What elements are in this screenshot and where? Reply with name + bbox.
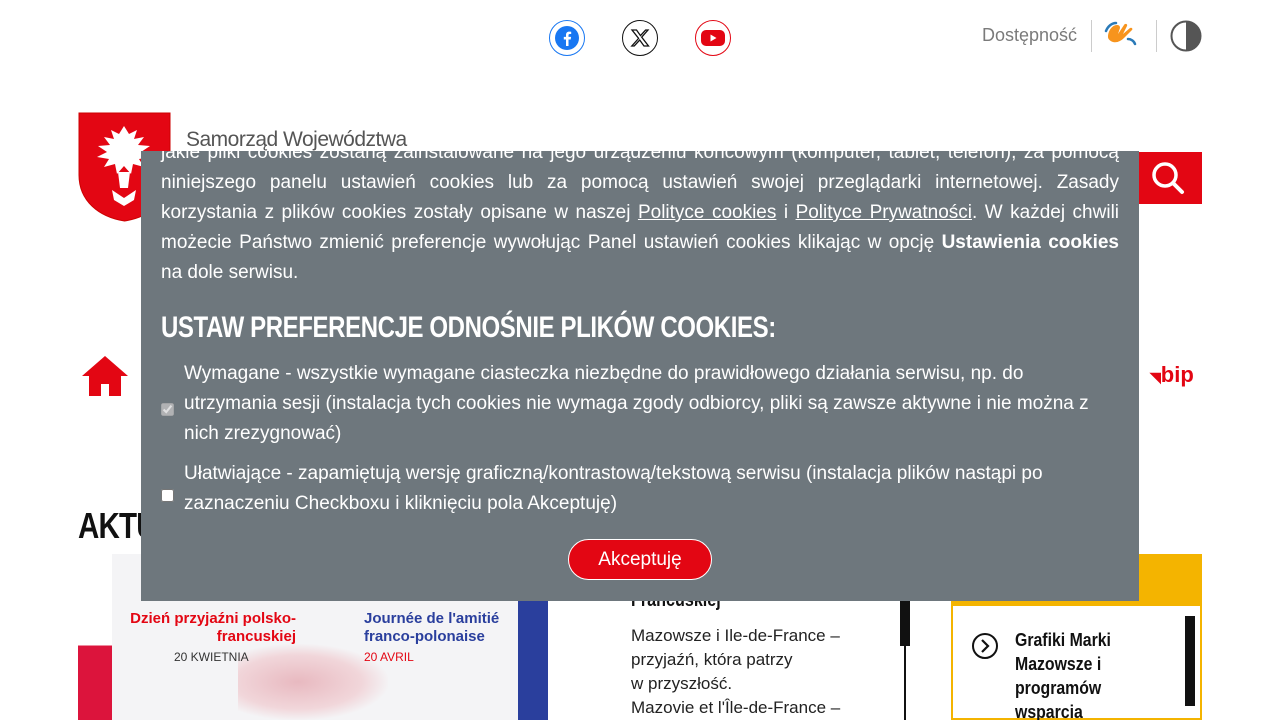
home-icon[interactable] (80, 354, 130, 398)
accept-button[interactable]: Akceptuję (568, 539, 712, 580)
cookie-settings-emphasis: Ustawienia cookies (941, 232, 1119, 253)
cookie-intro-part: i (776, 202, 796, 223)
x-logo (630, 29, 650, 47)
cookie-policy-link[interactable]: Polityce cookies (638, 202, 776, 223)
youtube-icon[interactable] (695, 20, 731, 56)
cookie-consent-panel: jakie pliki cookies zostaną zainstalowan… (141, 151, 1139, 601)
bip-arrow-icon: ◥ (1150, 369, 1161, 385)
youtube-logo (701, 30, 725, 46)
facilitating-cookies-label[interactable]: Ułatwiające - zapamiętują wersję graficz… (184, 459, 1114, 519)
facebook-icon[interactable] (549, 20, 585, 56)
facebook-logo (555, 26, 579, 50)
required-cookies-checkbox (161, 403, 174, 416)
news-image-fr-date: 20 AVRIL (364, 650, 414, 664)
scrollbar-thumb[interactable] (900, 600, 910, 646)
accessibility-label[interactable]: Dostępność (982, 25, 1077, 46)
contrast-icon[interactable] (1170, 20, 1202, 52)
polish-flag-decoration (78, 554, 112, 720)
scrollbar-track[interactable] (904, 646, 906, 720)
search-button[interactable] (1134, 152, 1202, 204)
privacy-policy-link[interactable]: Polityce Prywatności (796, 202, 972, 223)
cookie-intro-part: na dole serwisu. (161, 262, 299, 283)
news-image-pl-title: Dzień przyjaźni polsko-francuskiej (130, 610, 296, 645)
brand-text: Samorząd Województwa (186, 128, 407, 151)
facilitating-cookies-checkbox[interactable] (161, 489, 174, 502)
sign-language-icon[interactable] (1102, 19, 1144, 53)
x-twitter-icon[interactable] (622, 20, 658, 56)
news-image-pl-date: 20 KWIETNIA (174, 650, 249, 664)
required-cookies-label: Wymagane - wszystkie wymagane ciasteczka… (184, 363, 1089, 444)
divider (1091, 20, 1092, 52)
search-icon (1152, 162, 1184, 194)
sidebar-scrollbar-thumb[interactable] (1185, 616, 1195, 706)
article-text: Mazowsze i Ile-de-France – przyjaźń, któ… (631, 626, 841, 717)
chevron-right-circle-icon[interactable] (971, 632, 999, 660)
cookie-intro-text: jakie pliki cookies zostaną zainstalowan… (161, 151, 1119, 288)
bip-link[interactable]: ◥bip (1150, 362, 1194, 388)
sidebar-link[interactable]: Grafiki Marki Mazowsze i programów wspar… (1015, 628, 1112, 720)
cookie-option-required: Wymagane - wszystkie wymagane ciasteczka… (161, 359, 1121, 449)
cookie-preferences-heading: USTAW PREFERENCJE ODNOŚNIE PLIKÓW COOKIE… (161, 311, 776, 344)
bip-label: bip (1160, 362, 1194, 387)
divider (1156, 20, 1157, 52)
cookie-option-facilitating: Ułatwiające - zapamiętują wersję graficz… (161, 459, 1121, 519)
